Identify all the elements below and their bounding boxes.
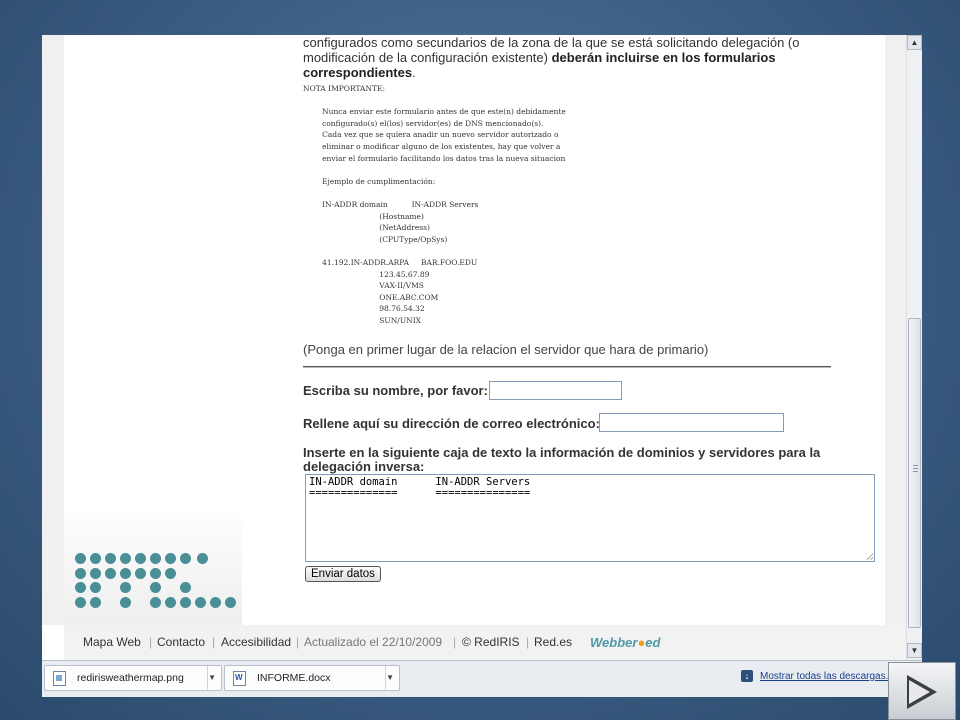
info-label-line-2: delegación inversa: <box>303 459 425 474</box>
footer-link-contact[interactable]: Contacto <box>157 635 205 649</box>
web-page: configurados como secundarios de la zona… <box>42 35 906 660</box>
email-input[interactable] <box>599 413 784 432</box>
vertical-scrollbar[interactable]: ▲ ▼ <box>906 35 922 660</box>
scroll-down-arrow-icon[interactable]: ▼ <box>907 643 922 658</box>
primary-server-hint: (Ponga en primer lugar de la relacion el… <box>303 342 709 357</box>
site-footer: Mapa Web | Contacto | Accesibilidad | Ac… <box>64 625 906 660</box>
divider <box>303 366 831 368</box>
intro-line-2: modificación de la configuración existen… <box>303 50 552 65</box>
resize-grip-icon[interactable] <box>866 553 873 560</box>
intro-line-1: configurados como secundarios de la zona… <box>303 35 800 50</box>
download-item-png[interactable]: redirisweathermap.png ▼ <box>44 665 222 691</box>
logo-text: Webber <box>590 635 638 650</box>
footer-updated-date: Actualizado el 22/10/2009 <box>304 635 443 649</box>
intro-line-3-end: . <box>412 65 416 80</box>
show-all-downloads-link[interactable]: Mostrar todas las descargas... <box>760 671 894 682</box>
downloads-arrow-icon: ↓ <box>741 670 753 682</box>
download-bar: redirisweathermap.png ▼ INFORME.docx ▼ ↓… <box>42 660 922 697</box>
intro-line-2-bold: deberán incluirse en los formularios <box>551 50 776 65</box>
word-file-icon <box>233 671 246 686</box>
name-label: Escriba su nombre, por favor: <box>303 383 488 398</box>
download-filename: redirisweathermap.png <box>77 672 184 684</box>
webbered-logo[interactable]: Webber●ed <box>590 635 660 650</box>
domains-textarea-text[interactable]: IN-ADDR domain IN-ADDR Servers =========… <box>309 477 871 499</box>
intro-line-3-bold: correspondientes <box>303 65 413 80</box>
footer-separator: | <box>453 635 457 649</box>
email-label: Rellene aquí su dirección de correo elec… <box>303 416 600 431</box>
footer-separator: | <box>212 635 216 649</box>
page-left-margin <box>42 35 64 625</box>
page-right-margin <box>885 35 906 625</box>
scrollbar-thumb[interactable] <box>908 318 921 628</box>
intro-paragraph: configurados como secundarios de la zona… <box>303 35 823 80</box>
submit-button[interactable]: Enviar datos <box>305 566 381 582</box>
domains-textarea[interactable]: IN-ADDR domain IN-ADDR Servers =========… <box>305 474 875 562</box>
scroll-up-arrow-icon[interactable]: ▲ <box>907 35 922 50</box>
dropdown-caret-icon[interactable]: ▼ <box>208 666 216 690</box>
download-item-docx[interactable]: INFORME.docx ▼ <box>224 665 400 691</box>
dropdown-caret-icon[interactable]: ▼ <box>386 666 394 690</box>
logo-text-end: ed <box>645 635 661 650</box>
image-file-icon <box>53 671 66 686</box>
footer-separator: | <box>296 635 300 649</box>
footer-link-accessibility[interactable]: Accesibilidad <box>221 635 291 649</box>
next-slide-button[interactable] <box>888 662 956 720</box>
important-note: NOTA IMPORTANTE: Nunca enviar este formu… <box>303 84 566 325</box>
footer-separator: | <box>149 635 153 649</box>
footer-copyright: © RedIRIS <box>462 635 520 649</box>
download-filename: INFORME.docx <box>257 672 331 684</box>
footer-separator: | <box>526 635 530 649</box>
info-label-line-1: Inserte en la siguiente caja de texto la… <box>303 445 821 460</box>
footer-link-redes[interactable]: Red.es <box>534 635 572 649</box>
name-input[interactable] <box>489 381 622 400</box>
footer-link-sitemap[interactable]: Mapa Web <box>83 635 141 649</box>
browser-window: configurados como secundarios de la zona… <box>42 35 922 660</box>
